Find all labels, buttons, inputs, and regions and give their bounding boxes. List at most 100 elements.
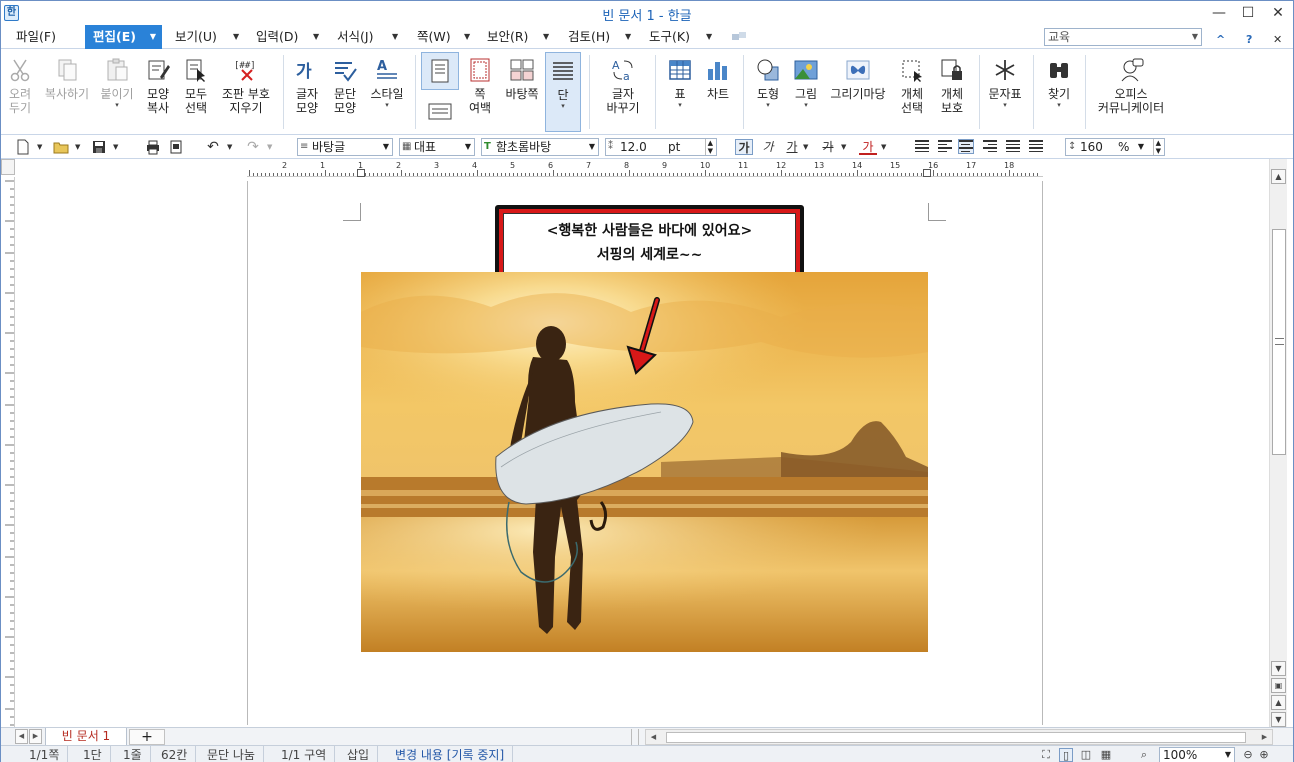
- prev-page-button[interactable]: ▲: [1271, 695, 1286, 710]
- scroll-up-button[interactable]: ▲: [1271, 169, 1286, 184]
- menu-review[interactable]: 검토(H): [568, 25, 610, 49]
- tab-next-button[interactable]: ▶: [29, 729, 42, 744]
- paste-button[interactable]: 붙이기 ▾: [97, 53, 137, 109]
- redo-dropdown-icon[interactable]: ▼: [267, 139, 272, 155]
- align-left-icon[interactable]: [938, 140, 952, 153]
- menu-tools[interactable]: 도구(K): [649, 25, 690, 49]
- collapse-ribbon-button[interactable]: ^: [1216, 33, 1225, 46]
- scroll-down-button[interactable]: ▼: [1271, 661, 1286, 676]
- bold-button[interactable]: 가: [735, 139, 753, 155]
- status-insert-mode[interactable]: 삽입: [339, 746, 379, 762]
- page-margin-button[interactable]: 쪽 여백: [461, 53, 499, 115]
- align-split-icon[interactable]: [1029, 140, 1043, 153]
- underline-dropdown-icon[interactable]: ▼: [803, 139, 808, 155]
- callout-text-inner[interactable]: <행복한 사람들은 바다에 있어요> 서핑의 세계로~~: [503, 213, 796, 277]
- zoom-icon[interactable]: ⌕: [1137, 748, 1151, 762]
- zoom-in-icon[interactable]: ⊕: [1257, 748, 1271, 762]
- language-combo[interactable]: ▦ 대표 ▼: [399, 138, 475, 156]
- style-combo[interactable]: ≡ 바탕글 ▼: [297, 138, 393, 156]
- symbols-button[interactable]: 문자표 ▾: [985, 53, 1025, 109]
- vertical-scrollbar[interactable]: ▲ ▼ ▣ ▲ ▼: [1269, 159, 1287, 729]
- font-combo[interactable]: T 함초롬바탕 ▼: [481, 138, 599, 156]
- scroll-left-button[interactable]: ◀: [647, 731, 660, 743]
- close-button[interactable]: ✕: [1267, 4, 1289, 22]
- search-combo[interactable]: 교육 ▼: [1044, 28, 1202, 46]
- menu-view-arrow[interactable]: ▼: [233, 25, 239, 49]
- picture-button[interactable]: 그림 ▾: [789, 53, 823, 109]
- menu-page-arrow[interactable]: ▼: [464, 25, 470, 49]
- help-button[interactable]: ?: [1246, 33, 1252, 46]
- char-shape-button[interactable]: 가 글자 모양: [289, 53, 325, 115]
- menu-page[interactable]: 쪽(W): [417, 25, 451, 49]
- add-tab-button[interactable]: +: [129, 729, 165, 745]
- cut-button[interactable]: 오려 두기: [3, 53, 37, 115]
- scroll-right-button[interactable]: ▶: [1258, 731, 1271, 743]
- font-size-combo[interactable]: ⁑ 12.0 pt ▲ ▼: [605, 138, 717, 156]
- table-button[interactable]: 표 ▾: [663, 53, 697, 109]
- page-layout-icon[interactable]: [427, 102, 453, 122]
- ruler-corner[interactable]: [1, 159, 15, 175]
- line-spacing-spinner[interactable]: ▲ ▼: [1152, 139, 1161, 155]
- menu-security-arrow[interactable]: ▼: [543, 25, 549, 49]
- view-full-icon[interactable]: ⛶: [1039, 748, 1053, 762]
- menu-edit[interactable]: 편집(E): [85, 25, 144, 49]
- quick-tool-icon[interactable]: [731, 31, 747, 43]
- horizontal-ruler[interactable]: 2 1 1 2 3 4 5 6 7 8 9 10 11 12 13 14 15 16 17 18: [247, 161, 1043, 177]
- menu-tools-arrow[interactable]: ▼: [706, 25, 712, 49]
- view-double-page-icon[interactable]: ◫: [1079, 748, 1093, 762]
- new-document-icon[interactable]: [15, 139, 31, 155]
- status-page[interactable]: 1/1쪽: [21, 746, 69, 762]
- strike-dropdown-icon[interactable]: ▼: [841, 139, 846, 155]
- minimize-button[interactable]: —: [1208, 4, 1230, 22]
- open-dropdown-icon[interactable]: ▼: [75, 139, 80, 155]
- doc-close-button[interactable]: ✕: [1273, 33, 1282, 46]
- right-indent-marker[interactable]: [923, 169, 931, 177]
- menu-file[interactable]: 파일(F): [16, 25, 56, 49]
- hscroll-thumb[interactable]: [666, 732, 1246, 743]
- protect-object-button[interactable]: 개체 보호: [933, 53, 971, 115]
- office-communicator-button[interactable]: 오피스 커뮤니케이터: [1093, 53, 1169, 115]
- menu-review-arrow[interactable]: ▼: [625, 25, 631, 49]
- view-multi-page-icon[interactable]: ▦: [1099, 748, 1113, 762]
- para-shape-button[interactable]: 문단 모양: [327, 53, 363, 115]
- menu-edit-arrow[interactable]: ▼: [144, 25, 162, 49]
- print-icon[interactable]: [145, 139, 161, 155]
- tab-prev-button[interactable]: ◀: [15, 729, 28, 744]
- view-single-page-icon[interactable]: ▯: [1059, 748, 1073, 762]
- underline-button[interactable]: 가: [783, 139, 801, 155]
- format-copy-button[interactable]: 모양 복사: [141, 53, 175, 115]
- erase-marks-button[interactable]: [##] 조판 부호 지우기: [217, 53, 275, 115]
- menu-insert[interactable]: 입력(D): [256, 25, 298, 49]
- columns-button[interactable]: 단 ▾: [545, 52, 581, 132]
- menu-security[interactable]: 보안(R): [487, 25, 528, 49]
- gallery-button[interactable]: 그리기마당: [827, 53, 889, 101]
- font-color-button[interactable]: 가: [859, 139, 877, 155]
- line-spacing-combo[interactable]: ↕ 160 % ▼ ▲ ▼: [1065, 138, 1165, 156]
- maximize-button[interactable]: ☐: [1237, 4, 1259, 22]
- zoom-combo[interactable]: 100% ▼: [1159, 747, 1235, 762]
- strikethrough-button[interactable]: 가: [819, 139, 837, 155]
- menu-insert-arrow[interactable]: ▼: [313, 25, 319, 49]
- preview-icon[interactable]: [168, 139, 184, 155]
- next-page-button[interactable]: ▼: [1271, 712, 1286, 727]
- status-track-changes[interactable]: 변경 내용 [기록 중지]: [387, 746, 514, 762]
- shape-button[interactable]: 도형 ▾: [749, 53, 787, 109]
- select-all-button[interactable]: 모두 선택: [179, 53, 213, 115]
- tab-document-1[interactable]: 빈 문서 1: [45, 728, 127, 746]
- replace-chars-button[interactable]: Aa 글자 바꾸기: [597, 53, 649, 115]
- horizontal-scrollbar[interactable]: ◀ ▶: [645, 729, 1273, 745]
- undo-icon[interactable]: ↶: [205, 139, 221, 155]
- zoom-out-icon[interactable]: ⊖: [1241, 748, 1255, 762]
- menu-format[interactable]: 서식(J): [337, 25, 373, 49]
- indent-marker[interactable]: [357, 169, 365, 177]
- font-color-dropdown-icon[interactable]: ▼: [881, 139, 886, 155]
- page-up-button[interactable]: ▣: [1271, 678, 1286, 693]
- redo-icon[interactable]: ↷: [245, 139, 261, 155]
- align-right-icon[interactable]: [983, 140, 997, 153]
- open-folder-icon[interactable]: [53, 139, 69, 155]
- scrollbar-thumb[interactable]: [1272, 229, 1286, 455]
- chart-button[interactable]: 차트: [701, 53, 735, 101]
- align-justify-icon[interactable]: [915, 140, 929, 153]
- copy-button[interactable]: 복사하기: [41, 53, 93, 101]
- find-button[interactable]: 찾기 ▾: [1041, 53, 1077, 109]
